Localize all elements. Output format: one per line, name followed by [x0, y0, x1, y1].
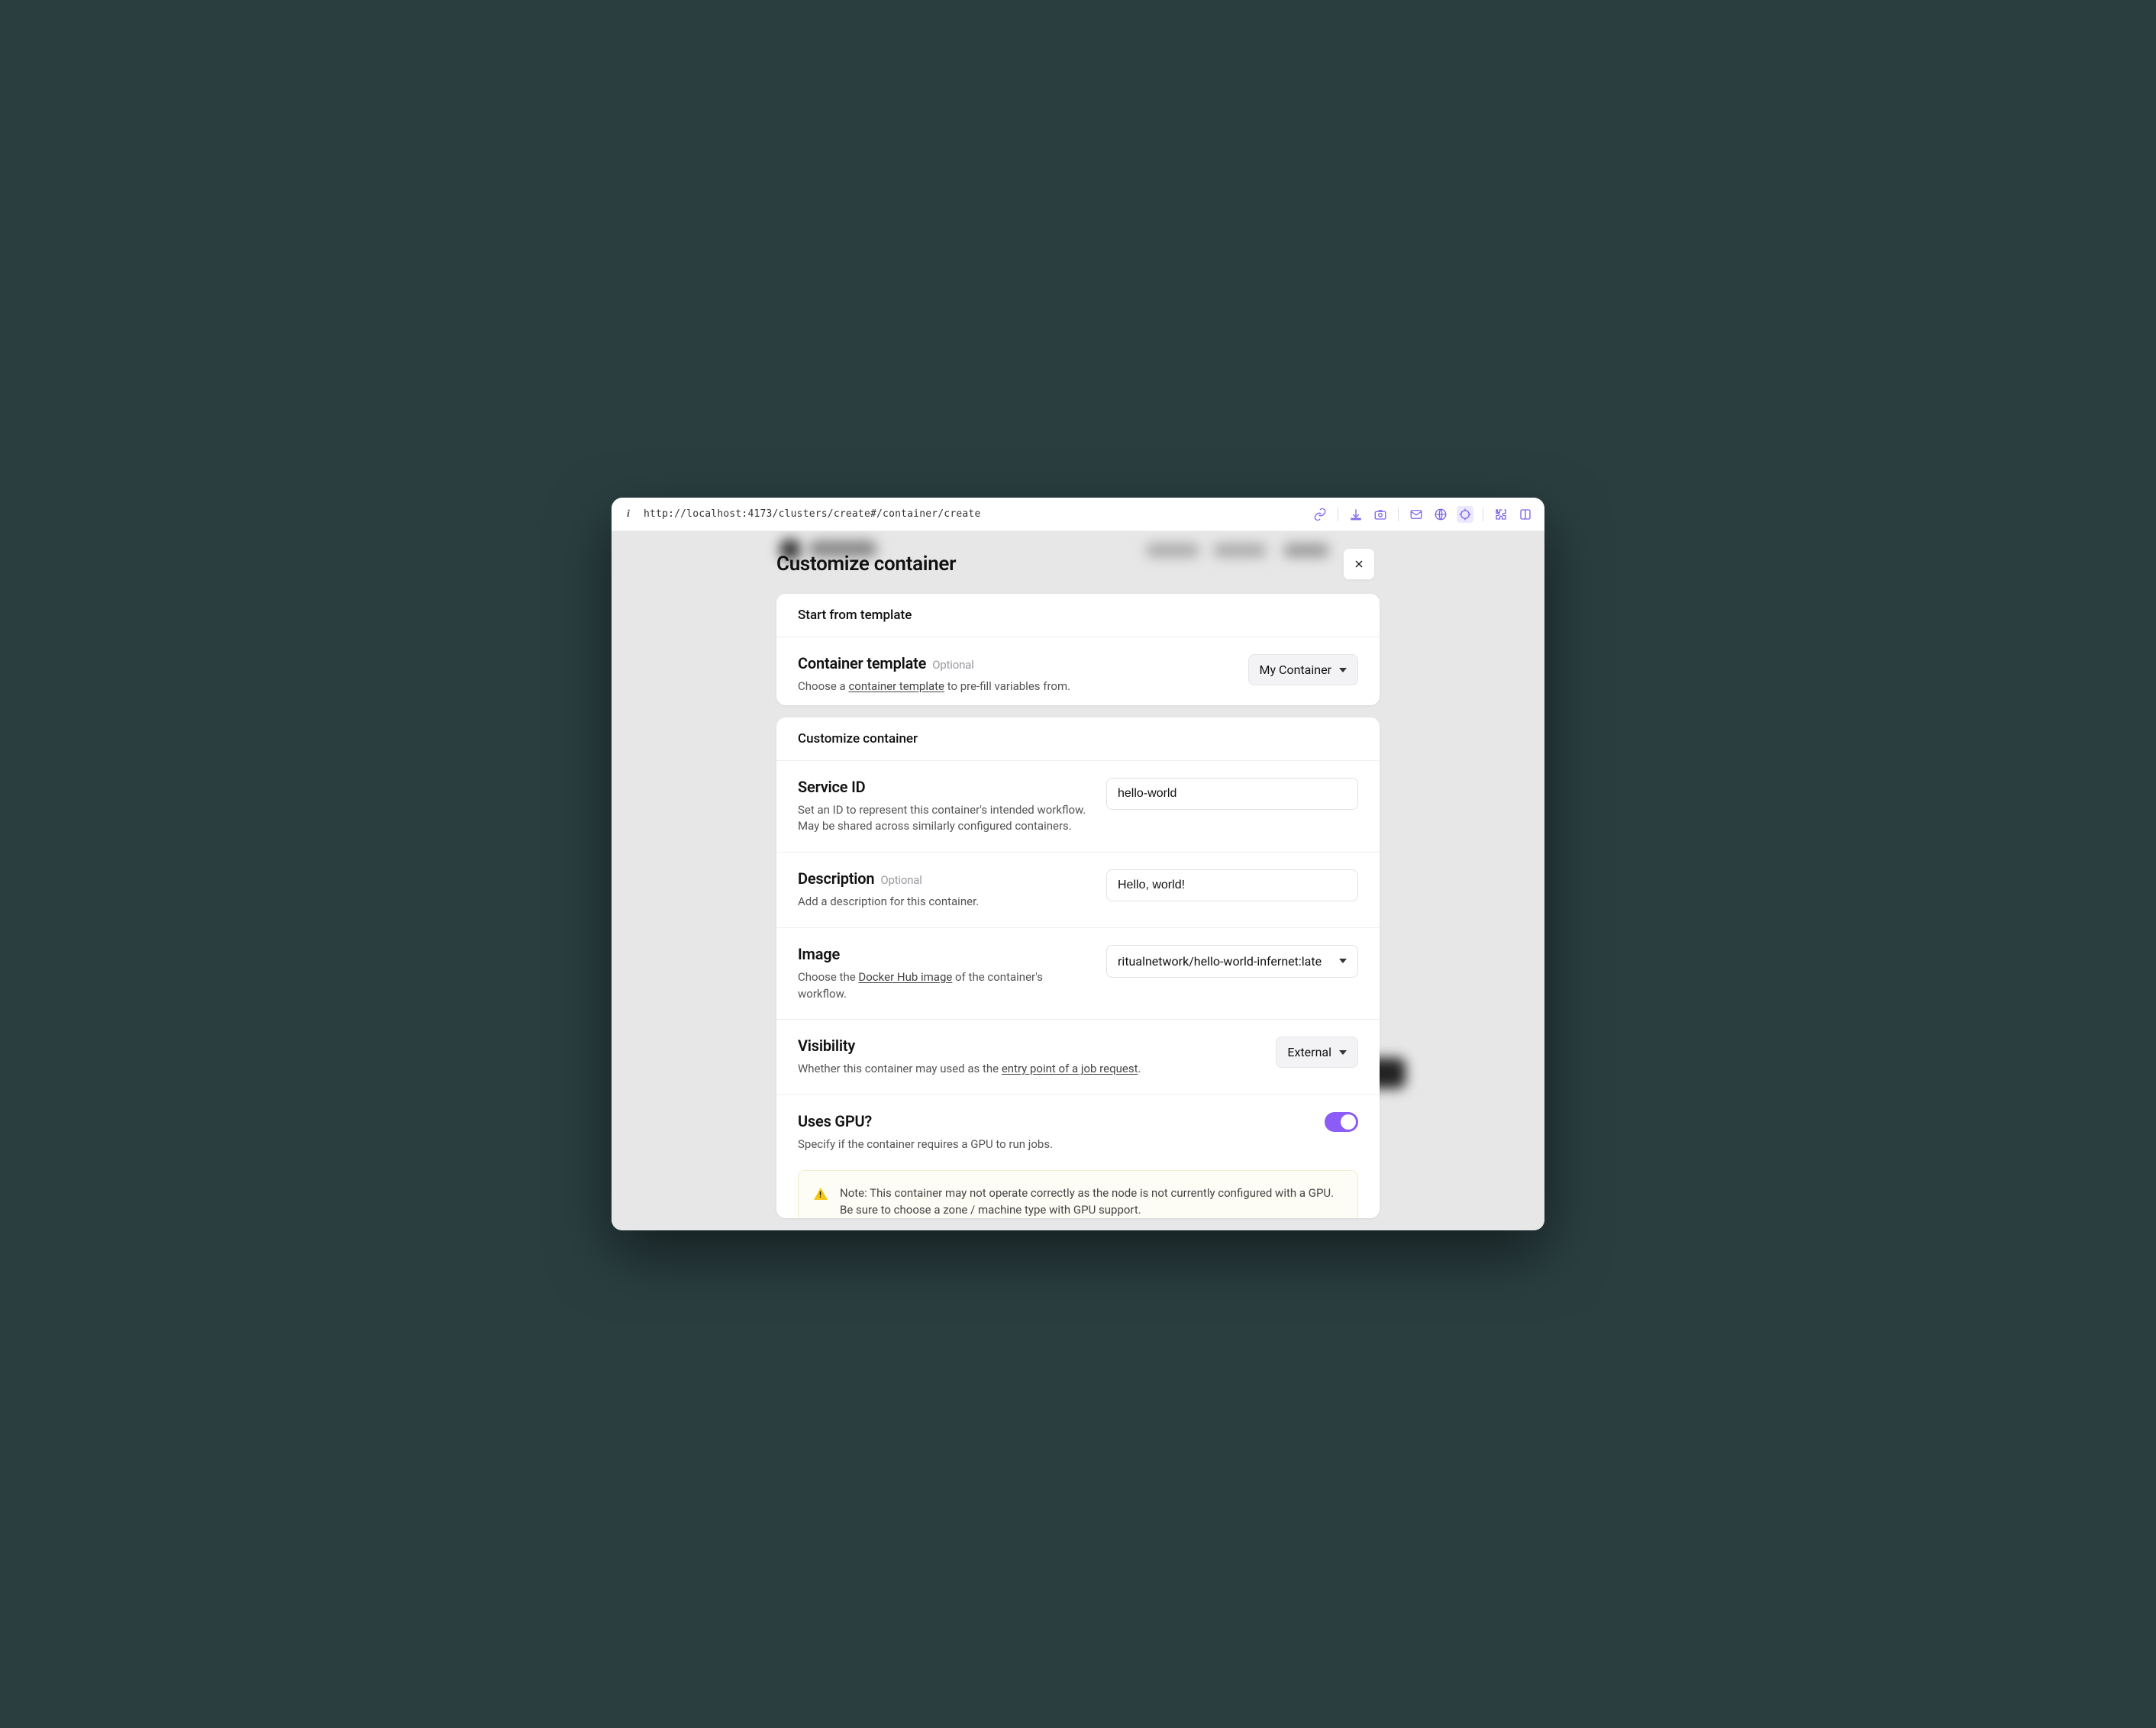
url-bar: i http://localhost:4173/clusters/create#…: [612, 498, 1544, 531]
container-template-desc: Choose a container template to pre-fill …: [798, 679, 1230, 695]
close-button[interactable]: [1343, 548, 1375, 580]
close-icon: [1353, 558, 1365, 570]
download-icon[interactable]: [1348, 506, 1364, 523]
page-backdrop: Customize container Start from template …: [612, 531, 1544, 1230]
mail-icon[interactable]: [1408, 506, 1425, 523]
chevron-down-icon: [1339, 1050, 1347, 1055]
warning-icon: [814, 1188, 828, 1200]
description-title: Description Optional: [798, 869, 1088, 888]
panel-icon[interactable]: [1517, 506, 1534, 523]
customize-container-modal: Customize container Start from template …: [776, 545, 1380, 1230]
chevron-down-icon: [1339, 959, 1347, 963]
toolbar-icons: [1312, 506, 1534, 523]
description-desc: Add a description for this container.: [798, 894, 1088, 911]
url-text[interactable]: http://localhost:4173/clusters/create#/c…: [644, 508, 1302, 520]
optional-tag: Optional: [932, 658, 973, 672]
info-icon[interactable]: i: [622, 508, 634, 521]
customize-card-header: Customize container: [776, 717, 1380, 761]
globe-icon[interactable]: [1432, 506, 1449, 523]
description-input[interactable]: [1106, 869, 1358, 901]
gpu-desc: Specify if the container requires a GPU …: [798, 1136, 1306, 1153]
link-icon[interactable]: [1312, 506, 1328, 523]
container-template-select[interactable]: My Container: [1248, 654, 1358, 685]
template-card: Start from template Container template O…: [776, 594, 1380, 705]
visibility-select[interactable]: External: [1276, 1036, 1358, 1068]
modal-title: Customize container: [776, 553, 956, 575]
entry-point-link[interactable]: entry point of a job request: [1002, 1062, 1138, 1075]
target-icon[interactable]: [1457, 506, 1473, 523]
container-template-link[interactable]: container template: [848, 679, 944, 693]
docker-hub-link[interactable]: Docker Hub image: [858, 970, 952, 984]
customize-card: Customize container Service ID Set an ID…: [776, 717, 1380, 1219]
gpu-title: Uses GPU?: [798, 1112, 1306, 1130]
gpu-warning-note: Note: This container may not operate cor…: [798, 1170, 1358, 1218]
chevron-down-icon: [1339, 668, 1347, 672]
gpu-warning-text: Note: This container may not operate cor…: [840, 1185, 1342, 1218]
browser-window: i http://localhost:4173/clusters/create#…: [612, 498, 1544, 1230]
service-id-input[interactable]: [1106, 778, 1358, 810]
puzzle-icon[interactable]: [1493, 506, 1509, 523]
image-combo[interactable]: ritualnetwork/hello-world-infernet:late: [1106, 945, 1358, 978]
optional-tag: Optional: [880, 873, 921, 887]
template-card-header: Start from template: [776, 594, 1380, 637]
visibility-desc: Whether this container may used as the e…: [798, 1061, 1257, 1078]
container-template-title: Container template Optional: [798, 654, 1230, 672]
camera-icon[interactable]: [1372, 506, 1389, 523]
service-id-desc: Set an ID to represent this container's …: [798, 802, 1088, 836]
gpu-toggle[interactable]: [1325, 1112, 1358, 1132]
image-title: Image: [798, 945, 1088, 963]
visibility-title: Visibility: [798, 1036, 1257, 1055]
service-id-title: Service ID: [798, 778, 1088, 796]
image-desc: Choose the Docker Hub image of the conta…: [798, 969, 1088, 1003]
